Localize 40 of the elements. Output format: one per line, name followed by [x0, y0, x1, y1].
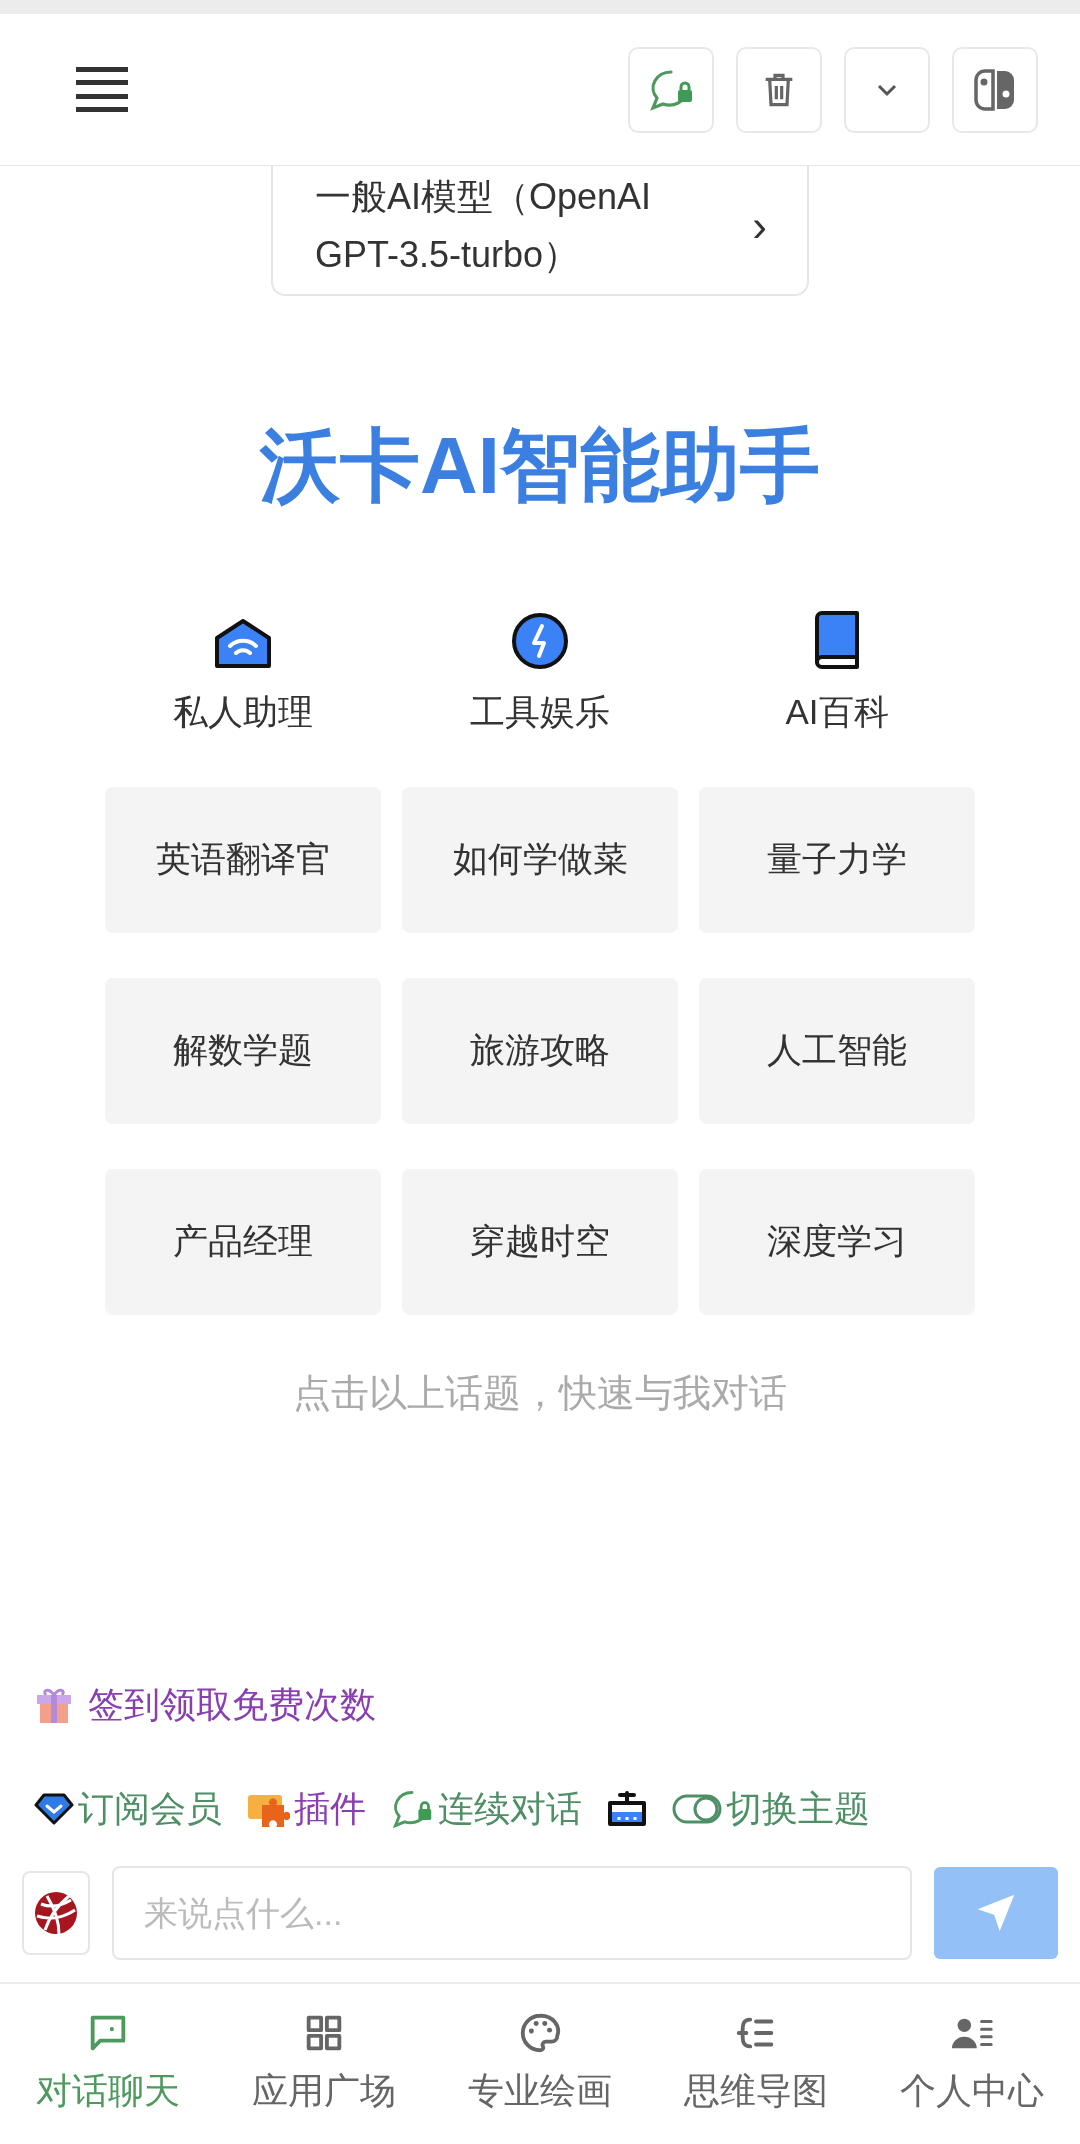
message-input[interactable]: 来说点什么...	[112, 1866, 912, 1960]
topic-button[interactable]: 旅游攻略	[402, 977, 678, 1124]
avatar-button[interactable]	[22, 1871, 90, 1955]
app-title: 沃卡AI智能助手	[258, 420, 821, 512]
menu-button[interactable]	[76, 66, 128, 113]
book-icon	[813, 610, 861, 670]
topic-button[interactable]: 英语翻译官	[105, 786, 381, 933]
topic-button[interactable]: 深度学习	[699, 1168, 975, 1315]
toolbar-item[interactable]: 切换主题	[672, 1782, 870, 1836]
delete-button[interactable]	[736, 46, 822, 133]
basket-icon	[606, 1790, 648, 1828]
topic-button[interactable]: 产品经理	[105, 1168, 381, 1315]
toggle-icon	[672, 1793, 722, 1825]
category-label: 私人助理	[173, 691, 313, 733]
nav-tab[interactable]: 专业绘画	[432, 1984, 648, 2144]
checkin-link[interactable]: 签到领取免费次数	[88, 1678, 376, 1732]
topic-button[interactable]: 穿越时空	[402, 1168, 678, 1315]
category-label: AI百科	[785, 691, 889, 733]
trash-icon	[763, 71, 795, 108]
model-selector[interactable]: 一般AI模型（OpenAI GPT-3.5-turbo） ›	[271, 166, 809, 296]
topic-button[interactable]: 解数学题	[105, 977, 381, 1124]
category-label: 工具娱乐	[470, 691, 610, 733]
switch-button[interactable]	[952, 46, 1038, 133]
globe-icon	[33, 1890, 79, 1936]
topic-button[interactable]: 如何学做菜	[402, 786, 678, 933]
topic-button[interactable]: 人工智能	[699, 977, 975, 1124]
home-wifi-icon	[213, 618, 273, 670]
nav-tab[interactable]: 个人中心	[864, 1984, 1080, 2144]
continuous-chat-button[interactable]	[628, 46, 714, 133]
toolbar-item[interactable]: 连续对话	[390, 1782, 582, 1836]
toolbar-item[interactable]: 订阅会员	[34, 1782, 222, 1836]
nav-tab[interactable]: 思维导图	[648, 1984, 864, 2144]
lightning-icon	[511, 612, 569, 670]
hint-text: 点击以上话题，快速与我对话	[292, 1370, 788, 1416]
diamond-icon	[34, 1792, 74, 1826]
chevron-down-icon	[876, 82, 898, 97]
toolbar-item[interactable]	[606, 1790, 648, 1828]
nav-tab[interactable]: 应用广场	[216, 1984, 432, 2144]
toolbar-item[interactable]: 插件	[246, 1782, 366, 1836]
topic-button[interactable]: 量子力学	[699, 786, 975, 933]
